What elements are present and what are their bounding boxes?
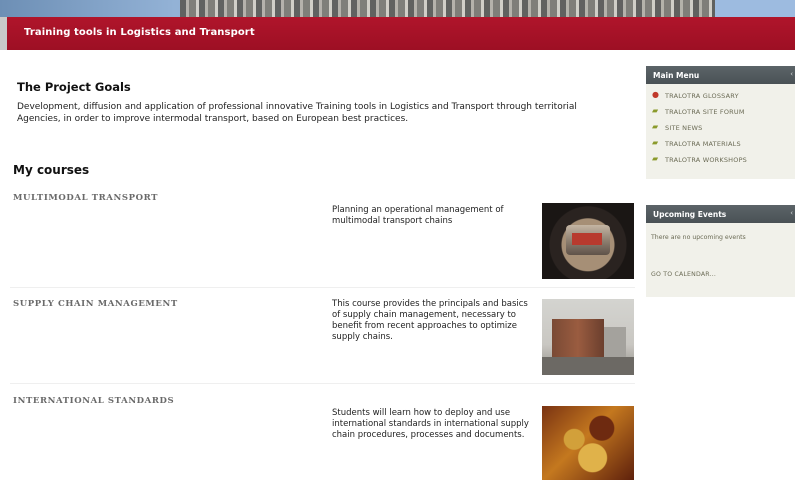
course-thumbnail[interactable] <box>542 299 634 375</box>
course-item: MULTIMODAL TRANSPORT Planning an operati… <box>10 193 638 285</box>
site-title-bar: Training tools in Logistics and Transpor… <box>7 17 795 50</box>
menu-item-glossary[interactable]: ● TRALOTRA GLOSSARY <box>646 88 795 104</box>
course-thumbnail[interactable] <box>542 203 634 279</box>
menu-item-label: TRALOTRA SITE FORUM <box>665 108 745 116</box>
forum-icon: ▰ <box>652 122 659 131</box>
menu-item-site-forum[interactable]: ▰ TRALOTRA SITE FORUM <box>646 104 795 120</box>
site-title[interactable]: Training tools in Logistics and Transpor… <box>24 27 255 38</box>
forum-icon: ▰ <box>652 154 659 163</box>
course-item: INTERNATIONAL STANDARDS Students will le… <box>10 396 638 480</box>
course-link[interactable]: MULTIMODAL TRANSPORT <box>13 193 158 203</box>
banner-sky <box>715 0 795 17</box>
project-goals-text: Development, diffusion and application o… <box>17 102 577 124</box>
course-thumbnail[interactable] <box>542 406 634 480</box>
titlebar-edge <box>0 17 7 50</box>
menu-item-label: SITE NEWS <box>665 124 703 132</box>
upcoming-events-title: Upcoming Events <box>653 210 727 219</box>
banner-photo <box>180 0 715 17</box>
upcoming-events-header: Upcoming Events ‹ <box>646 205 795 223</box>
course-divider <box>10 383 635 384</box>
project-goals-heading: The Project Goals <box>17 80 131 94</box>
header-banner <box>0 0 795 17</box>
globe-icon: ● <box>652 90 660 99</box>
collapse-icon[interactable]: ‹ <box>790 70 793 78</box>
menu-item-materials[interactable]: ▰ TRALOTRA MATERIALS <box>646 136 795 152</box>
menu-item-label: TRALOTRA WORKSHOPS <box>665 156 748 164</box>
course-item: SUPPLY CHAIN MANAGEMENT This course prov… <box>10 299 638 379</box>
menu-item-workshops[interactable]: ▰ TRALOTRA WORKSHOPS <box>646 152 795 168</box>
menu-item-site-news[interactable]: ▰ SITE NEWS <box>646 120 795 136</box>
course-description: Students will learn how to deploy and us… <box>332 408 529 440</box>
my-courses-heading: My courses <box>13 163 90 177</box>
main-menu-header: Main Menu ‹ <box>646 66 795 84</box>
go-to-calendar-link[interactable]: GO TO CALENDAR... <box>651 271 716 278</box>
collapse-icon[interactable]: ‹ <box>790 209 793 217</box>
main-menu-title: Main Menu <box>653 71 700 80</box>
course-divider <box>10 287 635 288</box>
forum-icon: ▰ <box>652 106 659 115</box>
no-events-text: There are no upcoming events <box>651 234 746 241</box>
forum-icon: ▰ <box>652 138 659 147</box>
menu-item-label: TRALOTRA MATERIALS <box>665 140 741 148</box>
course-description: This course provides the principals and … <box>332 299 528 342</box>
course-link[interactable]: SUPPLY CHAIN MANAGEMENT <box>13 299 178 309</box>
menu-item-label: TRALOTRA GLOSSARY <box>665 92 739 100</box>
course-description: Planning an operational management of mu… <box>332 205 504 226</box>
upcoming-events-block: Upcoming Events ‹ There are no upcoming … <box>646 205 795 297</box>
course-link[interactable]: INTERNATIONAL STANDARDS <box>13 396 174 406</box>
main-menu-block: Main Menu ‹ ● TRALOTRA GLOSSARY ▰ TRALOT… <box>646 66 795 179</box>
